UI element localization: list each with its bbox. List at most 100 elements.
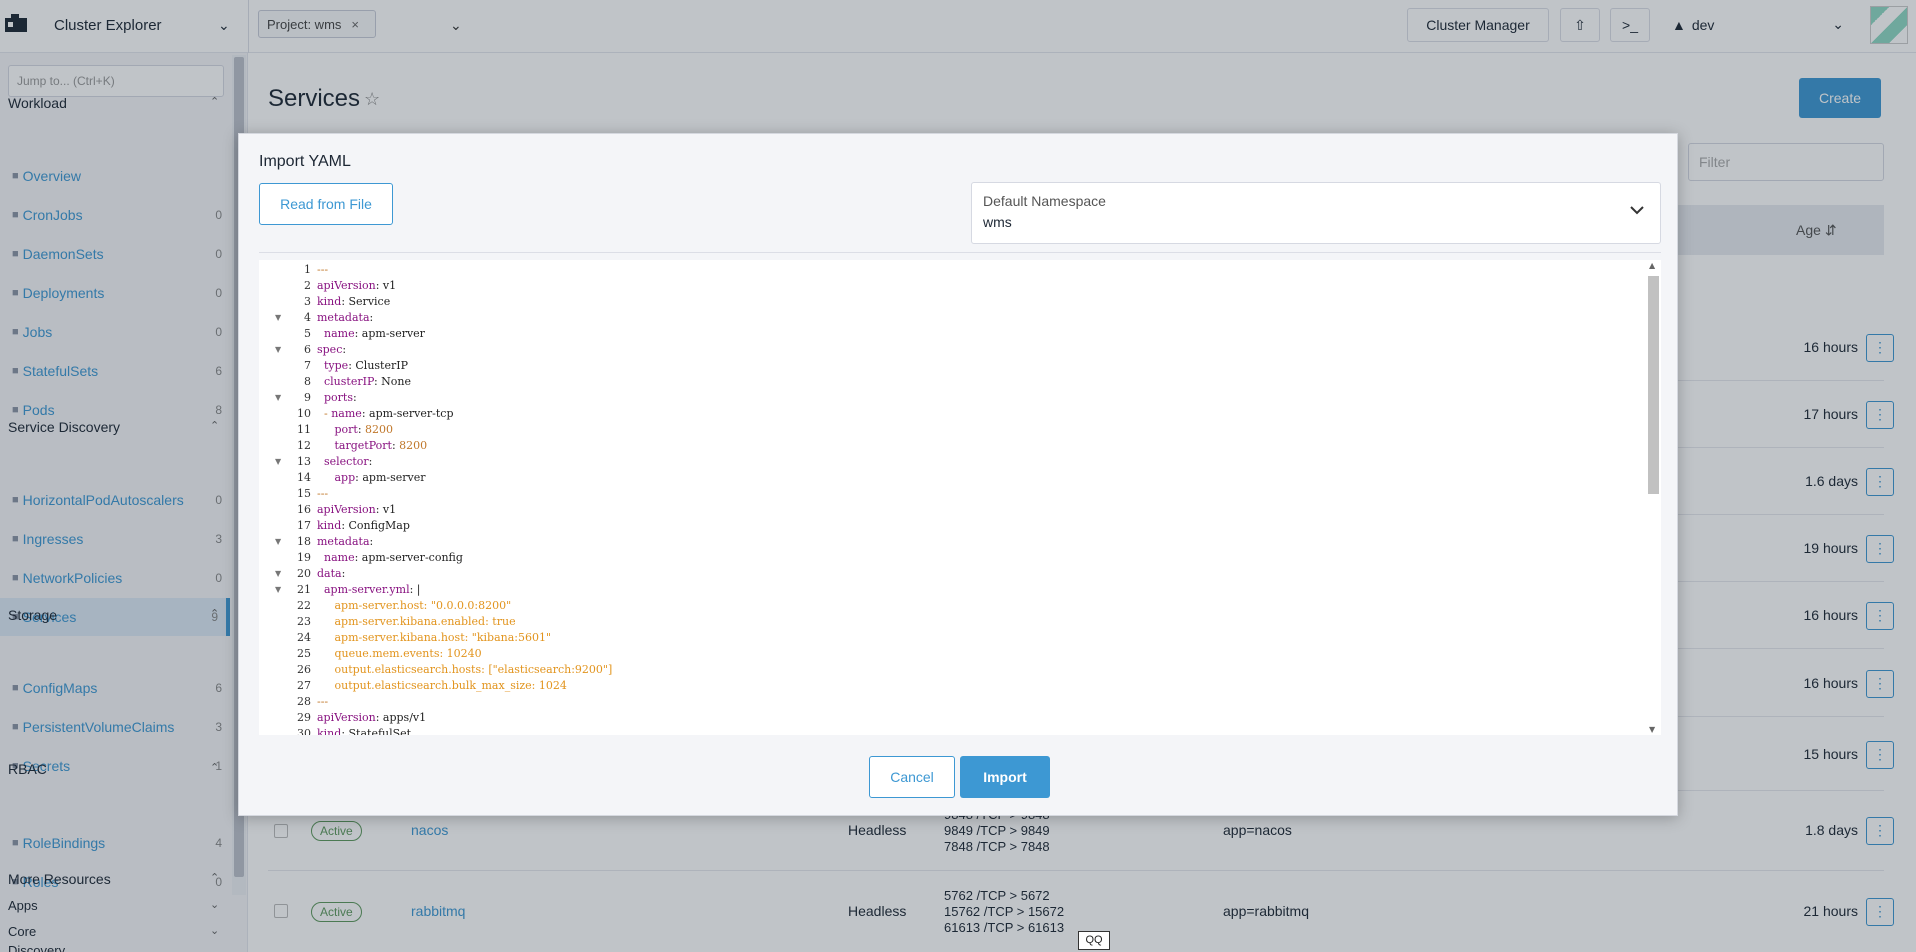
fold-toggle-icon[interactable]: ▼ [275,342,281,358]
code-token: port [334,423,358,436]
code-text: apiVersion: v1 [317,278,396,294]
code-token: apiVersion [317,503,376,516]
code-line[interactable]: 23 apm-server.kibana.enabled: true [259,614,1639,630]
code-line[interactable]: 15 --- [259,486,1639,502]
code-line[interactable]: 30 kind: StatefulSet [259,726,1639,735]
code-line[interactable]: 12 targetPort: 8200 [259,438,1639,454]
code-token: kind [317,295,342,308]
code-token: : apps/v1 [375,711,427,724]
code-token: 8200 [365,423,394,436]
scroll-down-icon[interactable]: ▼ [1649,725,1655,734]
code-text: apiVersion: v1 [317,502,396,518]
cancel-button[interactable]: Cancel [869,756,955,798]
fold-toggle-icon[interactable]: ▼ [275,310,281,326]
code-token: apm-server.kibana.host: "kibana:5601" [317,631,552,644]
code-line[interactable]: 27 output.elasticsearch.bulk_max_size: 1… [259,678,1639,694]
code-line[interactable]: 11 port: 8200 [259,422,1639,438]
line-number: 22 [297,599,311,612]
code-line[interactable]: 29 apiVersion: apps/v1 [259,710,1639,726]
code-line[interactable]: 10 - name: apm-server-tcp [259,406,1639,422]
code-text: kind: ConfigMap [317,518,410,534]
code-line[interactable]: 21 ▼ apm-server.yml: | [259,582,1639,598]
code-line[interactable]: 4 ▼ metadata: [259,310,1639,326]
code-line[interactable]: 19 name: apm-server-config [259,550,1639,566]
code-text: queue.mem.events: 10240 [317,646,482,662]
read-from-file-button[interactable]: Read from File [259,183,393,225]
fold-toggle-icon[interactable]: ▼ [275,454,281,470]
line-number: 17 [297,519,311,532]
divider [259,252,1661,253]
code-text: name: apm-server [317,326,425,342]
line-number: 20 [297,567,311,580]
code-token: : v1 [375,503,397,516]
code-text: spec: [317,342,346,358]
code-line[interactable]: 18 ▼ metadata: [259,534,1639,550]
code-line[interactable]: 7 type: ClusterIP [259,358,1639,374]
code-text: - name: apm-server-tcp [317,406,454,422]
code-text: apiVersion: apps/v1 [317,710,426,726]
code-line[interactable]: 28 --- [259,694,1639,710]
code-text: apm-server.kibana.enabled: true [317,614,515,630]
code-line[interactable]: 20 ▼ data: [259,566,1639,582]
code-line[interactable]: 5 name: apm-server [259,326,1639,342]
code-line[interactable]: 1 --- [259,262,1639,278]
code-line[interactable]: 25 queue.mem.events: 10240 [259,646,1639,662]
fold-toggle-icon[interactable]: ▼ [275,390,281,406]
code-line[interactable]: 9 ▼ ports: [259,390,1639,406]
code-line[interactable]: 22 apm-server.host: "0.0.0.0:8200" [259,598,1639,614]
code-token: queue.mem.events: 10240 [317,647,482,660]
code-line[interactable]: 3 kind: Service [259,294,1639,310]
code-line[interactable]: 8 clusterIP: None [259,374,1639,390]
code-line[interactable]: 16 apiVersion: v1 [259,502,1639,518]
code-text: --- [317,486,328,502]
qq-taskbar-label[interactable]: QQ [1078,931,1110,950]
code-token: : [369,311,374,324]
code-token: name [331,407,362,420]
code-token: 8200 [399,439,428,452]
line-number: 18 [297,535,311,548]
yaml-editor[interactable]: 1 --- 2 apiVersion: v1 3 kind: Service 4 ▼ metad… [259,260,1661,735]
scrollbar-thumb[interactable] [1648,276,1659,494]
code-text: --- [317,694,328,710]
code-token: : apm-server-tcp [361,407,454,420]
code-token: apm-server.host: "0.0.0.0:8200" [317,599,512,612]
namespace-value: wms [983,214,1012,230]
line-number: 10 [297,407,311,420]
code-line[interactable]: 26 output.elasticsearch.hosts: ["elastic… [259,662,1639,678]
code-text: --- [317,262,328,278]
code-token: spec [317,343,343,356]
fold-toggle-icon[interactable]: ▼ [275,566,281,582]
code-token: --- [317,263,329,276]
fold-toggle-icon[interactable]: ▼ [275,534,281,550]
code-token: apiVersion [317,711,376,724]
code-token: output.elasticsearch.hosts: ["elasticsea… [317,663,613,676]
line-number: 11 [297,423,311,436]
code-token: : [353,391,357,404]
code-token: ports [324,391,353,404]
line-number: 30 [297,727,311,735]
code-token: clusterIP [324,375,374,388]
code-line[interactable]: 24 apm-server.kibana.host: "kibana:5601" [259,630,1639,646]
code-line[interactable]: 17 kind: ConfigMap [259,518,1639,534]
code-token: : StatefulSet [341,727,412,735]
code-text: metadata: [317,310,373,326]
fold-toggle-icon[interactable]: ▼ [275,582,281,598]
code-line[interactable]: 13 ▼ selector: [259,454,1639,470]
code-token: : v1 [375,279,397,292]
code-line[interactable]: 14 app: apm-server [259,470,1639,486]
code-line[interactable]: 2 apiVersion: v1 [259,278,1639,294]
scroll-up-icon[interactable]: ▲ [1649,261,1655,270]
code-token: : apm-server-config [354,551,463,564]
default-namespace-select[interactable]: Default Namespace wms [971,182,1661,244]
code-line[interactable]: 6 ▼ spec: [259,342,1639,358]
import-button[interactable]: Import [960,756,1050,798]
code-text: ports: [317,390,357,406]
code-token: : [357,423,366,436]
code-token: type [324,359,349,372]
editor-scrollbar[interactable]: ▲ ▼ [1645,260,1661,735]
code-text: data: [317,566,345,582]
